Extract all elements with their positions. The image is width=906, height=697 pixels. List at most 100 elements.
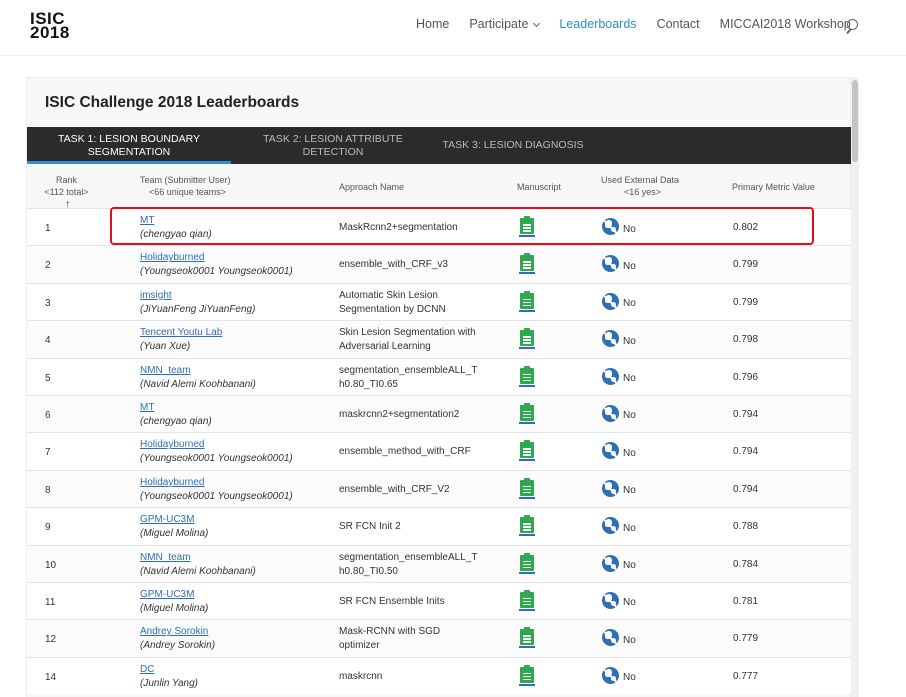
header-divider [0, 55, 906, 56]
header-rank-label: Rank [55, 175, 77, 185]
external-data-value: No [623, 485, 636, 497]
approach-line-1: maskrcnn2+segmentation2 [339, 408, 460, 420]
manuscript-cell [519, 664, 535, 686]
document-icon[interactable] [519, 664, 535, 686]
header-rank[interactable]: Rank <112 total>↑ [44, 174, 89, 211]
external-data-value: No [623, 597, 636, 609]
tab-task-2[interactable]: Task 2: Lesion Attribute Detection [237, 127, 429, 164]
header-team[interactable]: Team (Submitter User) <66 unique teams> [140, 174, 231, 198]
document-icon[interactable] [519, 440, 535, 462]
document-icon[interactable] [519, 589, 535, 611]
document-icon[interactable] [519, 627, 535, 649]
document-icon[interactable] [519, 477, 535, 499]
rank-cell: 5 [45, 372, 51, 384]
globe-no-icon [602, 479, 619, 497]
rank-cell: 11 [45, 596, 56, 608]
tab-task-2-line1: Task 2: Lesion Attribute [263, 133, 403, 145]
metric-cell: 0.799 [733, 296, 759, 308]
manuscript-cell [519, 627, 535, 649]
nav-workshop[interactable]: MICCAI2018 Workshop [720, 17, 851, 31]
manuscript-cell [519, 402, 535, 424]
search-icon[interactable] [847, 19, 858, 30]
table-row: 3 imsight (JiYuanFeng JiYuanFeng) Automatic… [27, 282, 852, 321]
approach-line-1: Mask-RCNN with SGD [339, 626, 441, 638]
document-icon[interactable] [519, 290, 535, 312]
globe-no-icon [602, 292, 619, 310]
external-data-cell: No [602, 218, 636, 235]
nav-participate[interactable]: Participate [469, 17, 541, 31]
rank-cell: 6 [45, 409, 51, 421]
submitter-user: (JiYuanFeng JiYuanFeng) [140, 303, 256, 315]
team-link[interactable]: NMN_team [140, 365, 191, 376]
team-cell: NMN_team (Navid Alemi Koohbanani) [140, 364, 256, 392]
header-manuscript[interactable]: Manuscript [517, 181, 561, 193]
team-cell: Andrey Sorokin (Andrey Sorokin) [140, 625, 215, 653]
submitter-user: (Miguel Molina) [140, 602, 209, 614]
approach-cell: ensemble_with_CRF_v3 [339, 258, 448, 272]
header-approach[interactable]: Approach Name [339, 181, 404, 193]
scrollbar-thumb[interactable] [852, 80, 858, 162]
manuscript-cell [519, 515, 535, 537]
submitter-user: (chengyao qian) [140, 229, 212, 240]
tab-task-1[interactable]: Task 1: Lesion Boundary Segmentation [27, 127, 231, 164]
team-cell: imsight (JiYuanFeng JiYuanFeng) [140, 289, 255, 317]
table-row: 14 DC (Junlin Yang) maskrcnn No 0.777 [27, 656, 852, 695]
external-data-value: No [623, 260, 636, 272]
rank-cell: 4 [45, 335, 51, 347]
document-icon[interactable] [519, 328, 535, 350]
document-icon[interactable] [519, 515, 535, 537]
team-link[interactable]: MT [140, 215, 154, 226]
nav-leaderboards[interactable]: Leaderboards [559, 17, 636, 31]
team-link[interactable]: imsight [140, 290, 172, 301]
submitter-user: (Yuan Xue) [140, 341, 191, 353]
team-link[interactable]: Holidayburned [140, 439, 205, 450]
external-data-value: No [623, 672, 636, 684]
header-external-data[interactable]: Used External Data <16 yes> [601, 174, 679, 198]
team-link[interactable]: Andrey Sorokin [140, 626, 208, 637]
approach-line-1: MaskRcnn2+segmentation [339, 222, 458, 233]
document-icon[interactable] [519, 552, 535, 574]
team-link[interactable]: GPM-UC3M [140, 589, 194, 600]
approach-cell: Mask-RCNN with SGD optimizer [339, 625, 440, 653]
team-link[interactable]: Holidayburned [140, 477, 205, 488]
tab-task-3[interactable]: Task 3: Lesion Diagnosis [429, 127, 597, 164]
nav-home[interactable]: Home [416, 17, 449, 31]
approach-line-1: segmentation_ensembleALL_T [339, 551, 478, 563]
document-icon[interactable] [519, 253, 535, 275]
table-row: 6 MT (chengyao qian) maskrcnn2+segmentation… [27, 394, 852, 433]
external-data-cell: No [602, 255, 636, 273]
team-cell: GPM-UC3M (Miguel Molina) [140, 588, 208, 616]
team-link[interactable]: GPM-UC3M [140, 514, 194, 525]
metric-cell: 0.779 [733, 633, 759, 645]
team-cell: MT (chengyao qian) [140, 401, 212, 429]
submitter-user: (chengyao qian) [140, 415, 212, 427]
rank-cell: 1 [45, 223, 51, 234]
rank-cell: 8 [45, 484, 51, 496]
globe-no-icon [602, 629, 619, 647]
approach-cell: maskrcnn [339, 670, 382, 684]
approach-line-2: Segmentation by DCNN [339, 303, 446, 315]
approach-line-2: h0.80_TI0.65 [339, 378, 398, 390]
submitter-user: (Junlin Yang) [140, 677, 198, 689]
team-link[interactable]: Holidayburned [140, 252, 205, 263]
header-team-label: Team (Submitter User) [140, 175, 231, 185]
external-data-value: No [623, 410, 636, 422]
team-link[interactable]: DC [140, 664, 154, 675]
rank-cell: 7 [45, 447, 51, 459]
nav-contact[interactable]: Contact [657, 17, 700, 31]
team-link[interactable]: MT [140, 402, 154, 413]
external-data-cell: No [602, 330, 636, 348]
metric-cell: 0.799 [733, 259, 759, 271]
team-link[interactable]: Tencent Youtu Lab [140, 327, 222, 338]
external-data-value: No [623, 634, 636, 646]
document-icon[interactable] [519, 365, 535, 387]
document-icon[interactable] [519, 216, 535, 237]
document-icon[interactable] [519, 402, 535, 424]
site-logo[interactable]: ISIC 2018 [30, 10, 70, 41]
header-metric[interactable]: Primary Metric Value [732, 181, 815, 193]
table-row: 1 MT (chengyao qian) MaskRcnn2+segmentation… [27, 208, 852, 246]
scrollbar-track[interactable] [851, 77, 859, 697]
chevron-down-icon [533, 19, 541, 28]
approach-line-2: Adversarial Learning [339, 341, 431, 353]
team-link[interactable]: NMN_team [140, 552, 191, 563]
